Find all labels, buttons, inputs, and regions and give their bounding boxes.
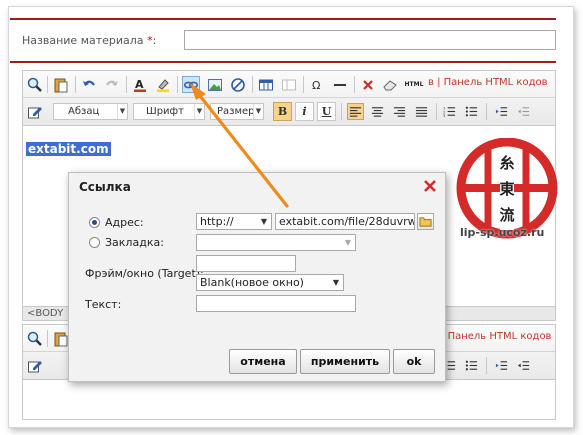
table-icon[interactable] xyxy=(257,76,275,93)
special-char-icon[interactable]: Ω xyxy=(308,76,326,93)
link-icon[interactable] xyxy=(182,76,200,93)
align-right-icon[interactable] xyxy=(391,103,408,120)
svg-text:3: 3 xyxy=(443,114,446,118)
bold-button[interactable]: B xyxy=(273,102,292,121)
align-left-icon[interactable] xyxy=(347,103,364,120)
edit-icon[interactable] xyxy=(26,103,44,120)
size-select[interactable]: Размер ▼ xyxy=(210,103,264,120)
indent-icon[interactable] xyxy=(493,103,510,120)
url-input[interactable]: extabit.com/file/28duvrwnf6 xyxy=(275,213,415,230)
unlink-icon[interactable] xyxy=(229,76,247,93)
bookmark-select[interactable]: ▼ xyxy=(196,234,356,251)
align-justify-icon[interactable] xyxy=(413,103,430,120)
undo-icon[interactable] xyxy=(80,76,98,93)
html-source-icon[interactable]: HTML xyxy=(403,76,425,93)
eraser-icon[interactable] xyxy=(381,76,399,93)
title-label: Название материала *: xyxy=(22,34,157,47)
unordered-list-icon[interactable] xyxy=(463,103,480,120)
indent-icon[interactable] xyxy=(493,357,510,374)
browse-folder-icon[interactable] xyxy=(417,213,434,230)
target-select[interactable]: Blank(новое окно) ▼ xyxy=(196,274,344,291)
link-text-input[interactable] xyxy=(196,295,356,312)
align-center-icon[interactable] xyxy=(369,103,386,120)
protocol-select[interactable]: http://▼ xyxy=(196,213,272,230)
editor-toolbar: A Ω HTML в | Панель HTML кодов Абзац ▼ Шр… xyxy=(22,70,556,126)
address-label: Адрес: xyxy=(105,216,144,229)
editor-content-2[interactable] xyxy=(22,380,556,420)
watermark-text: lip-sp.ucoz.ru xyxy=(460,226,545,239)
selected-text[interactable]: extabit.com xyxy=(26,142,111,156)
svg-text:A: A xyxy=(135,78,144,91)
link-dialog: Ссылка Адрес: http://▼ extabit.com/file/… xyxy=(68,172,446,382)
svg-text:東: 東 xyxy=(499,180,514,198)
table-props-icon[interactable] xyxy=(280,76,298,93)
address-radio[interactable] xyxy=(89,217,100,228)
image-icon[interactable] xyxy=(206,76,224,93)
redo-icon[interactable] xyxy=(103,76,121,93)
dialog-title: Ссылка xyxy=(79,180,131,194)
horizontal-rule-icon[interactable] xyxy=(331,76,349,93)
outdent-icon[interactable] xyxy=(515,357,532,374)
paste-icon[interactable] xyxy=(52,76,70,93)
svg-text:糸: 糸 xyxy=(499,154,514,172)
find-icon[interactable] xyxy=(26,330,44,347)
bookmark-label: Закладка: xyxy=(105,236,164,249)
text-color-icon[interactable]: A xyxy=(131,76,149,93)
svg-text:流: 流 xyxy=(499,206,514,224)
toolbar-row-1: A Ω HTML в | Панель HTML кодов xyxy=(23,71,555,98)
ordered-list-icon[interactable]: 123 xyxy=(441,103,458,120)
html-panel-link-2[interactable]: | Панель HTML кодов xyxy=(441,331,551,342)
svg-text:Ω: Ω xyxy=(312,79,320,92)
cancel-button[interactable]: отмена xyxy=(229,349,297,374)
unordered-list-icon[interactable] xyxy=(463,357,480,374)
paragraph-select[interactable]: Абзац ▼ xyxy=(53,103,128,120)
italic-button[interactable]: i xyxy=(295,102,314,121)
bookmark-radio[interactable] xyxy=(89,237,100,248)
edit-icon[interactable] xyxy=(26,357,44,374)
section-divider xyxy=(10,61,556,63)
remove-format-icon[interactable] xyxy=(359,76,377,93)
outdent-icon[interactable] xyxy=(515,103,532,120)
find-icon[interactable] xyxy=(26,76,44,93)
toolbar-row-2: Абзац ▼ Шрифт ▼ Размер ▼ B i U 123 xyxy=(23,98,555,125)
top-divider xyxy=(10,18,556,20)
font-select[interactable]: Шрифт ▼ xyxy=(133,103,205,120)
highlight-icon[interactable] xyxy=(154,76,172,93)
ok-button[interactable]: ok xyxy=(393,349,435,374)
target-label: Фрэйм/окно (Target): xyxy=(85,267,204,280)
close-icon[interactable] xyxy=(423,179,437,193)
text-label: Текст: xyxy=(85,298,122,311)
underline-button[interactable]: U xyxy=(317,102,336,121)
target-input[interactable] xyxy=(196,255,296,272)
html-panel-link[interactable]: в | Панель HTML кодов xyxy=(428,77,548,88)
title-input[interactable] xyxy=(184,30,556,50)
apply-button[interactable]: применить xyxy=(300,349,390,374)
